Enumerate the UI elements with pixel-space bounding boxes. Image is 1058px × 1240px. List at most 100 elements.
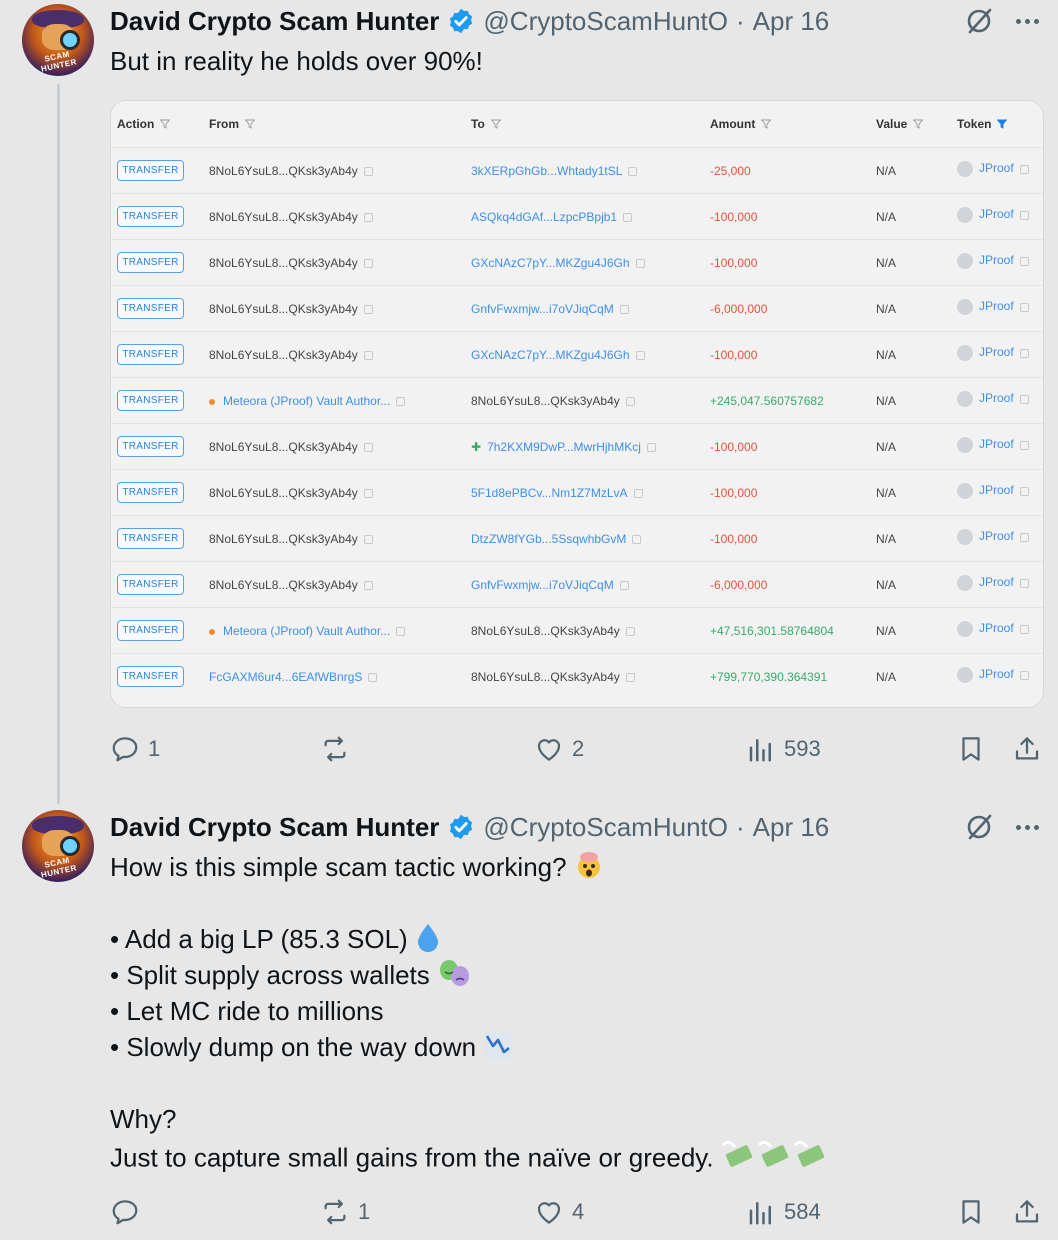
avatar[interactable]: SCAM HUNTER (22, 810, 94, 882)
like-button[interactable]: 2 (534, 731, 584, 767)
more-icon[interactable] (1012, 6, 1042, 36)
copy-icon[interactable] (619, 581, 629, 591)
copy-icon[interactable] (1019, 440, 1029, 450)
copy-icon[interactable] (1019, 486, 1029, 496)
to-address[interactable]: 3kXERpGhGb...Whtady1tSL (471, 164, 622, 178)
token-cell[interactable]: JProof (957, 437, 1029, 453)
action-badge[interactable]: TRANSFER (117, 482, 184, 503)
copy-icon[interactable] (363, 489, 373, 499)
grok-icon[interactable] (964, 6, 994, 36)
more-icon[interactable] (1012, 812, 1042, 842)
from-cell[interactable]: Meteora (JProof) Vault Author... (209, 394, 406, 408)
token-cell[interactable]: JProof (957, 299, 1029, 315)
token-link[interactable]: JProof (979, 207, 1014, 221)
to-address[interactable]: GXcNAzC7pY...MKZgu4J6Gh (471, 348, 630, 362)
reply-button[interactable] (110, 1194, 148, 1230)
token-link[interactable]: JProof (979, 621, 1014, 635)
action-badge[interactable]: TRANSFER (117, 344, 184, 365)
to-cell[interactable]: ✚ 7h2KXM9DwP...MwrHjhMKcj (471, 440, 656, 454)
copy-icon[interactable] (363, 443, 373, 453)
action-badge[interactable]: TRANSFER (117, 390, 184, 411)
bookmark-button[interactable] (956, 1194, 986, 1230)
action-badge[interactable]: TRANSFER (117, 298, 184, 319)
token-link[interactable]: JProof (979, 667, 1014, 681)
to-address[interactable]: ASQkq4dGAf...LzpcPBpjb1 (471, 210, 617, 224)
header-value[interactable]: Value (876, 117, 924, 131)
to-cell[interactable]: 3kXERpGhGb...Whtady1tSL (471, 164, 638, 178)
filter-icon[interactable] (160, 119, 171, 129)
token-link[interactable]: JProof (979, 529, 1014, 543)
token-cell[interactable]: JProof (957, 161, 1029, 177)
to-cell[interactable]: ASQkq4dGAf...LzpcPBpjb1 (471, 210, 633, 224)
copy-icon[interactable] (625, 627, 635, 637)
like-button[interactable]: 4 (534, 1194, 584, 1230)
token-cell[interactable]: JProof (957, 667, 1029, 683)
token-cell[interactable]: JProof (957, 621, 1029, 637)
to-address[interactable]: GnfvFwxmjw...i7oVJiqCqM (471, 578, 614, 592)
copy-icon[interactable] (633, 489, 643, 499)
token-link[interactable]: JProof (979, 437, 1014, 451)
copy-icon[interactable] (1019, 532, 1029, 542)
copy-icon[interactable] (1019, 210, 1029, 220)
to-address[interactable]: DtzZW8fYGb...5SsqwhbGvM (471, 532, 626, 546)
from-cell[interactable]: FcGAXM6ur4...6EAfWBnrgS (209, 670, 378, 684)
copy-icon[interactable] (363, 581, 373, 591)
filter-icon[interactable] (490, 119, 501, 129)
author-name[interactable]: David Crypto Scam Hunter (110, 6, 439, 37)
to-address[interactable]: 7h2KXM9DwP...MwrHjhMKcj (487, 440, 641, 454)
copy-icon[interactable] (396, 397, 406, 407)
copy-icon[interactable] (363, 535, 373, 545)
avatar[interactable]: SCAM HUNTER (22, 4, 94, 76)
copy-icon[interactable] (628, 167, 638, 177)
bookmark-button[interactable] (956, 731, 986, 767)
tweet-date[interactable]: Apr 16 (753, 6, 830, 37)
token-cell[interactable]: JProof (957, 575, 1029, 591)
action-badge[interactable]: TRANSFER (117, 160, 184, 181)
action-badge[interactable]: TRANSFER (117, 252, 184, 273)
copy-icon[interactable] (635, 259, 645, 269)
filter-active-icon[interactable] (997, 119, 1008, 129)
copy-icon[interactable] (646, 443, 656, 453)
copy-icon[interactable] (363, 213, 373, 223)
share-button[interactable] (1012, 1194, 1042, 1230)
header-from[interactable]: From (209, 117, 255, 131)
to-cell[interactable]: GXcNAzC7pY...MKZgu4J6Gh (471, 256, 645, 270)
token-cell[interactable]: JProof (957, 391, 1029, 407)
copy-icon[interactable] (623, 213, 633, 223)
copy-icon[interactable] (368, 673, 378, 683)
from-address[interactable]: FcGAXM6ur4...6EAfWBnrgS (209, 670, 362, 684)
author-handle[interactable]: @CryptoScamHuntO (483, 6, 728, 37)
token-link[interactable]: JProof (979, 575, 1014, 589)
grok-icon[interactable] (964, 812, 994, 842)
from-cell[interactable]: Meteora (JProof) Vault Author... (209, 624, 406, 638)
to-address[interactable]: GXcNAzC7pY...MKZgu4J6Gh (471, 256, 630, 270)
copy-icon[interactable] (635, 351, 645, 361)
to-cell[interactable]: DtzZW8fYGb...5SsqwhbGvM (471, 532, 642, 546)
views-button[interactable]: 593 (746, 731, 821, 767)
header-to[interactable]: To (471, 117, 501, 131)
token-cell[interactable]: JProof (957, 529, 1029, 545)
to-cell[interactable]: GnfvFwxmjw...i7oVJiqCqM (471, 302, 629, 316)
copy-icon[interactable] (1019, 164, 1029, 174)
token-link[interactable]: JProof (979, 483, 1014, 497)
copy-icon[interactable] (625, 397, 635, 407)
header-action[interactable]: Action (117, 117, 171, 131)
header-token[interactable]: Token (957, 117, 1008, 131)
filter-icon[interactable] (913, 119, 924, 129)
to-address[interactable]: GnfvFwxmjw...i7oVJiqCqM (471, 302, 614, 316)
copy-icon[interactable] (363, 305, 373, 315)
tweet-date[interactable]: Apr 16 (753, 812, 830, 843)
author-name[interactable]: David Crypto Scam Hunter (110, 812, 439, 843)
token-cell[interactable]: JProof (957, 483, 1029, 499)
filter-icon[interactable] (245, 119, 255, 129)
copy-icon[interactable] (1019, 394, 1029, 404)
reply-button[interactable]: 1 (110, 731, 160, 767)
copy-icon[interactable] (1019, 256, 1029, 266)
from-address[interactable]: Meteora (JProof) Vault Author... (223, 624, 390, 638)
token-link[interactable]: JProof (979, 391, 1014, 405)
from-address[interactable]: Meteora (JProof) Vault Author... (223, 394, 390, 408)
filter-icon[interactable] (761, 119, 772, 129)
to-cell[interactable]: GnfvFwxmjw...i7oVJiqCqM (471, 578, 629, 592)
author-handle[interactable]: @CryptoScamHuntO (483, 812, 728, 843)
copy-icon[interactable] (1019, 670, 1029, 680)
